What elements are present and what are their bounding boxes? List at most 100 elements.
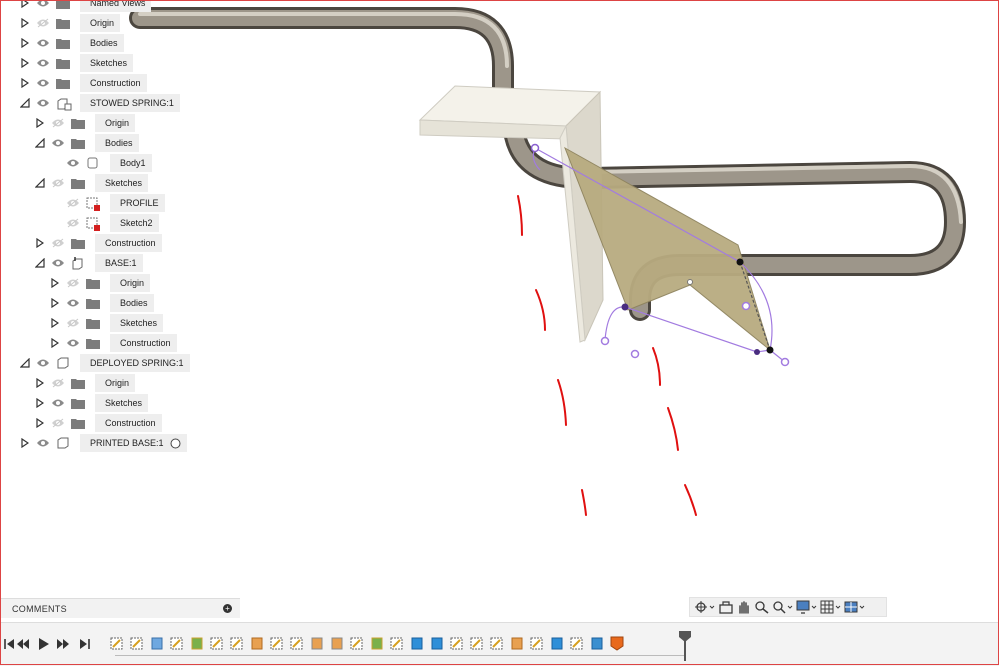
visibility-eye-icon[interactable] bbox=[66, 158, 80, 168]
expand-arrow-icon[interactable] bbox=[35, 417, 45, 429]
comments-panel[interactable]: COMMENTS + bbox=[0, 598, 240, 618]
visibility-eye-icon[interactable] bbox=[66, 278, 80, 288]
expand-arrow-icon[interactable] bbox=[50, 317, 60, 329]
spring-tube[interactable] bbox=[129, 7, 966, 321]
visibility-eye-icon[interactable] bbox=[36, 98, 50, 108]
visibility-eye-icon[interactable] bbox=[66, 318, 80, 328]
timeline-combine-icon[interactable] bbox=[330, 635, 344, 651]
look-at-icon[interactable] bbox=[718, 599, 734, 615]
expand-arrow-icon[interactable] bbox=[50, 277, 60, 289]
timeline-sketch-icon[interactable] bbox=[130, 635, 144, 651]
expand-arrow-icon[interactable] bbox=[20, 57, 30, 69]
expand-arrow-icon[interactable] bbox=[50, 297, 60, 309]
tree-row[interactable]: Sketches bbox=[50, 314, 164, 332]
timeline-sketch-icon[interactable] bbox=[530, 635, 544, 651]
tree-row[interactable]: Sketch2 bbox=[50, 214, 159, 232]
timeline-assembly-icon[interactable] bbox=[590, 635, 604, 651]
timeline-sketch-icon[interactable] bbox=[350, 635, 364, 651]
tree-row[interactable]: Origin bbox=[50, 274, 151, 292]
tree-row[interactable]: Bodies bbox=[35, 134, 139, 152]
collapse-arrow-icon[interactable] bbox=[35, 257, 45, 269]
visibility-eye-icon[interactable] bbox=[51, 398, 65, 408]
timeline-sketch-icon[interactable] bbox=[390, 635, 404, 651]
display-settings-icon[interactable] bbox=[796, 599, 818, 615]
timeline-sketch-icon[interactable] bbox=[290, 635, 304, 651]
add-comment-icon[interactable]: + bbox=[223, 604, 232, 613]
visibility-eye-icon[interactable] bbox=[36, 438, 50, 448]
timeline-sketch-icon[interactable] bbox=[270, 635, 284, 651]
timeline-combine-icon[interactable] bbox=[310, 635, 324, 651]
tree-row[interactable]: Construction bbox=[20, 74, 147, 92]
timeline-body-icon[interactable] bbox=[550, 635, 564, 651]
visibility-eye-icon[interactable] bbox=[66, 218, 80, 228]
timeline-sketch-icon[interactable] bbox=[570, 635, 584, 651]
tree-row-named-views[interactable]: Named Views bbox=[20, 0, 152, 12]
visibility-eye-icon[interactable] bbox=[51, 418, 65, 428]
timeline-sketch-icon[interactable] bbox=[170, 635, 184, 651]
timeline-sketch-icon[interactable] bbox=[230, 635, 244, 651]
timeline-split-icon[interactable] bbox=[190, 635, 204, 651]
tree-row[interactable]: STOWED SPRING:1 bbox=[20, 94, 180, 112]
visibility-eye-icon[interactable] bbox=[36, 78, 50, 88]
expand-arrow-icon[interactable] bbox=[35, 117, 45, 129]
expand-arrow-icon[interactable] bbox=[50, 337, 60, 349]
tree-row[interactable]: Construction bbox=[35, 414, 162, 432]
timeline-extrude-icon[interactable] bbox=[150, 635, 164, 651]
expand-arrow-icon[interactable] bbox=[20, 17, 30, 29]
tree-row[interactable]: PRINTED BASE:1 bbox=[20, 434, 187, 452]
expand-arrow-icon[interactable] bbox=[35, 237, 45, 249]
collapse-arrow-icon[interactable] bbox=[20, 97, 30, 109]
timeline-marker[interactable] bbox=[678, 631, 692, 661]
play-icon[interactable] bbox=[36, 637, 50, 651]
orbit-icon[interactable] bbox=[694, 599, 716, 615]
tree-row[interactable]: PROFILE bbox=[50, 194, 165, 212]
visibility-eye-icon[interactable] bbox=[51, 118, 65, 128]
tree-row[interactable]: BASE:1 bbox=[35, 254, 143, 272]
visibility-eye-icon[interactable] bbox=[51, 178, 65, 188]
expand-arrow-icon[interactable] bbox=[20, 37, 30, 49]
tree-row[interactable]: Sketches bbox=[20, 54, 134, 72]
visibility-eye-icon[interactable] bbox=[36, 38, 50, 48]
grid-settings-icon[interactable] bbox=[820, 599, 842, 615]
fit-icon[interactable] bbox=[772, 599, 794, 615]
tree-row[interactable]: Sketches bbox=[35, 394, 149, 412]
visibility-eye-icon[interactable] bbox=[51, 138, 65, 148]
tree-row[interactable]: Body1 bbox=[50, 154, 152, 172]
visibility-eye-icon[interactable] bbox=[36, 58, 50, 68]
go-to-end-icon[interactable] bbox=[78, 637, 92, 651]
tree-row[interactable]: DEPLOYED SPRING:1 bbox=[20, 354, 190, 372]
base-bracket[interactable] bbox=[418, 85, 604, 343]
zoom-icon[interactable] bbox=[754, 599, 770, 615]
timeline-body-icon[interactable] bbox=[410, 635, 424, 651]
visibility-eye-icon[interactable] bbox=[51, 378, 65, 388]
expand-arrow-icon[interactable] bbox=[35, 397, 45, 409]
timeline-sketch-icon[interactable] bbox=[450, 635, 464, 651]
collapse-arrow-icon[interactable] bbox=[20, 357, 30, 369]
tree-row[interactable]: Origin bbox=[35, 374, 136, 392]
visibility-eye-icon[interactable] bbox=[51, 238, 65, 248]
timeline-sketch-icon[interactable] bbox=[110, 635, 124, 651]
expand-arrow-icon[interactable] bbox=[20, 437, 30, 449]
timeline-fillet-icon[interactable] bbox=[510, 635, 524, 651]
activate-radio-icon[interactable] bbox=[167, 434, 187, 452]
visibility-eye-icon[interactable] bbox=[36, 0, 50, 8]
visibility-eye-icon[interactable] bbox=[36, 358, 50, 368]
tree-row[interactable]: Bodies bbox=[50, 294, 154, 312]
viewports-icon[interactable] bbox=[844, 599, 866, 615]
timeline-fillet-icon[interactable] bbox=[250, 635, 264, 651]
tree-row[interactable]: Sketches bbox=[35, 174, 149, 192]
visibility-eye-icon[interactable] bbox=[36, 18, 50, 28]
collapse-arrow-icon[interactable] bbox=[35, 177, 45, 189]
pan-icon[interactable] bbox=[736, 599, 752, 615]
tree-row[interactable]: Bodies bbox=[20, 34, 124, 52]
collapse-arrow-icon[interactable] bbox=[35, 137, 45, 149]
expand-arrow-icon[interactable] bbox=[20, 77, 30, 89]
expand-arrow-icon[interactable] bbox=[20, 0, 30, 9]
step-back-icon[interactable] bbox=[16, 637, 30, 651]
timeline-marker-icon[interactable] bbox=[610, 635, 624, 651]
visibility-eye-icon[interactable] bbox=[51, 258, 65, 268]
tree-row[interactable]: Construction bbox=[35, 234, 162, 252]
visibility-eye-icon[interactable] bbox=[66, 338, 80, 348]
timeline-sketch-icon[interactable] bbox=[210, 635, 224, 651]
go-to-start-icon[interactable] bbox=[2, 637, 16, 651]
